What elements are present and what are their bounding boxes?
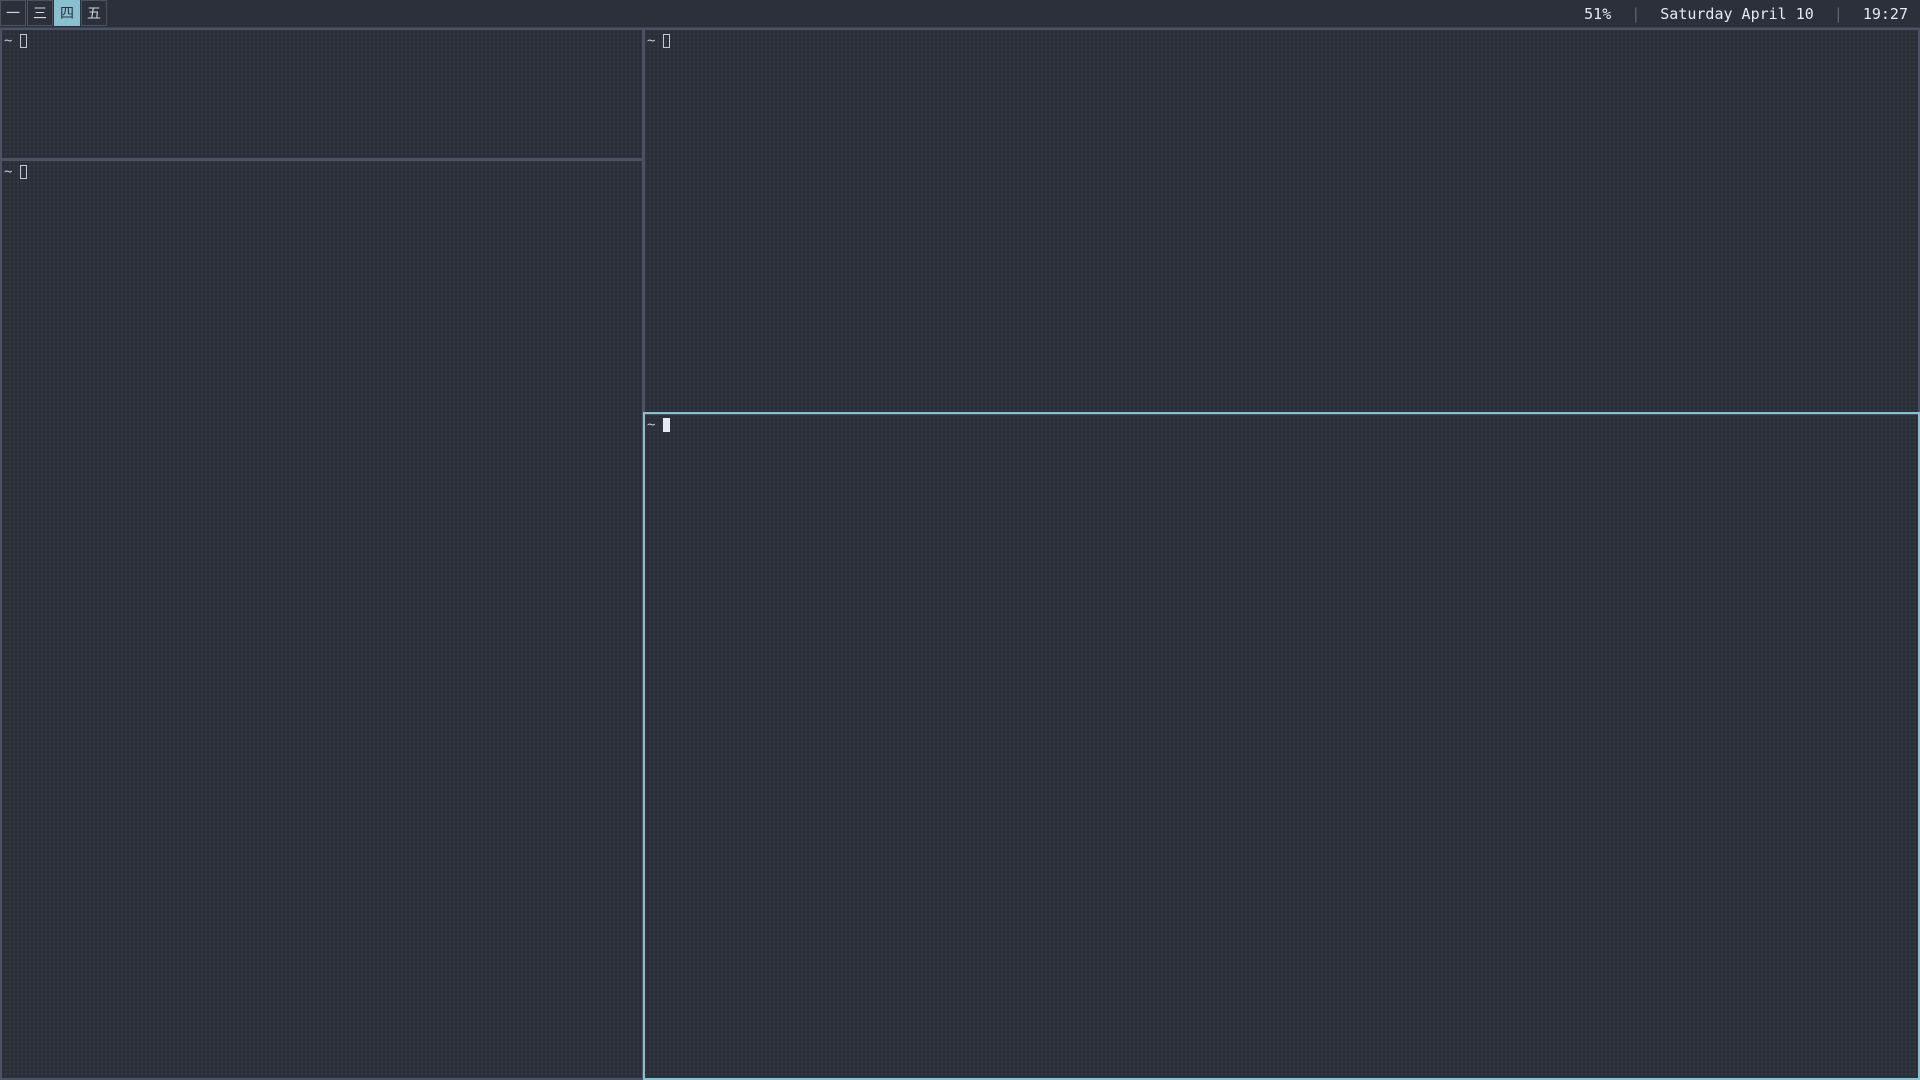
workspace-4-button[interactable]: 四 [54, 0, 80, 26]
desktop: 一 三 四 五 51% | Saturday April 10 | 19:27 … [0, 0, 1920, 1080]
terminal-prompt: ~ [4, 32, 28, 50]
prompt-path: ~ [4, 33, 13, 49]
terminal-pane-bottom-right[interactable]: ~ [643, 412, 1920, 1080]
prompt-path: ~ [4, 164, 13, 180]
workspace-1-button[interactable]: 一 [0, 0, 26, 26]
terminal-prompt: ~ [647, 32, 671, 50]
terminal-cursor [663, 418, 671, 432]
top-bar: 一 三 四 五 51% | Saturday April 10 | 19:27 [0, 0, 1920, 28]
terminal-prompt: ~ [647, 416, 671, 434]
battery-status: 51% [1584, 4, 1612, 23]
terminal-prompt: ~ [4, 163, 28, 181]
clock-display: 19:27 [1862, 4, 1908, 23]
workspace-5-button[interactable]: 五 [81, 0, 107, 26]
workspace-list: 一 三 四 五 [0, 0, 108, 27]
status-area: 51% | Saturday April 10 | 19:27 [1584, 0, 1908, 27]
prompt-path: ~ [647, 33, 656, 49]
status-separator: | [1833, 4, 1843, 23]
prompt-path: ~ [647, 417, 656, 433]
workspace-3-button[interactable]: 三 [27, 0, 53, 26]
date-display: Saturday April 10 [1660, 4, 1814, 23]
status-separator: | [1631, 4, 1641, 23]
terminal-cursor [20, 34, 28, 48]
terminal-pane-bottom-left[interactable]: ~ [0, 159, 644, 1080]
terminal-cursor [663, 34, 671, 48]
terminal-pane-top-right[interactable]: ~ [643, 28, 1920, 415]
terminal-cursor [20, 165, 28, 179]
terminal-pane-top-left[interactable]: ~ [0, 28, 644, 160]
